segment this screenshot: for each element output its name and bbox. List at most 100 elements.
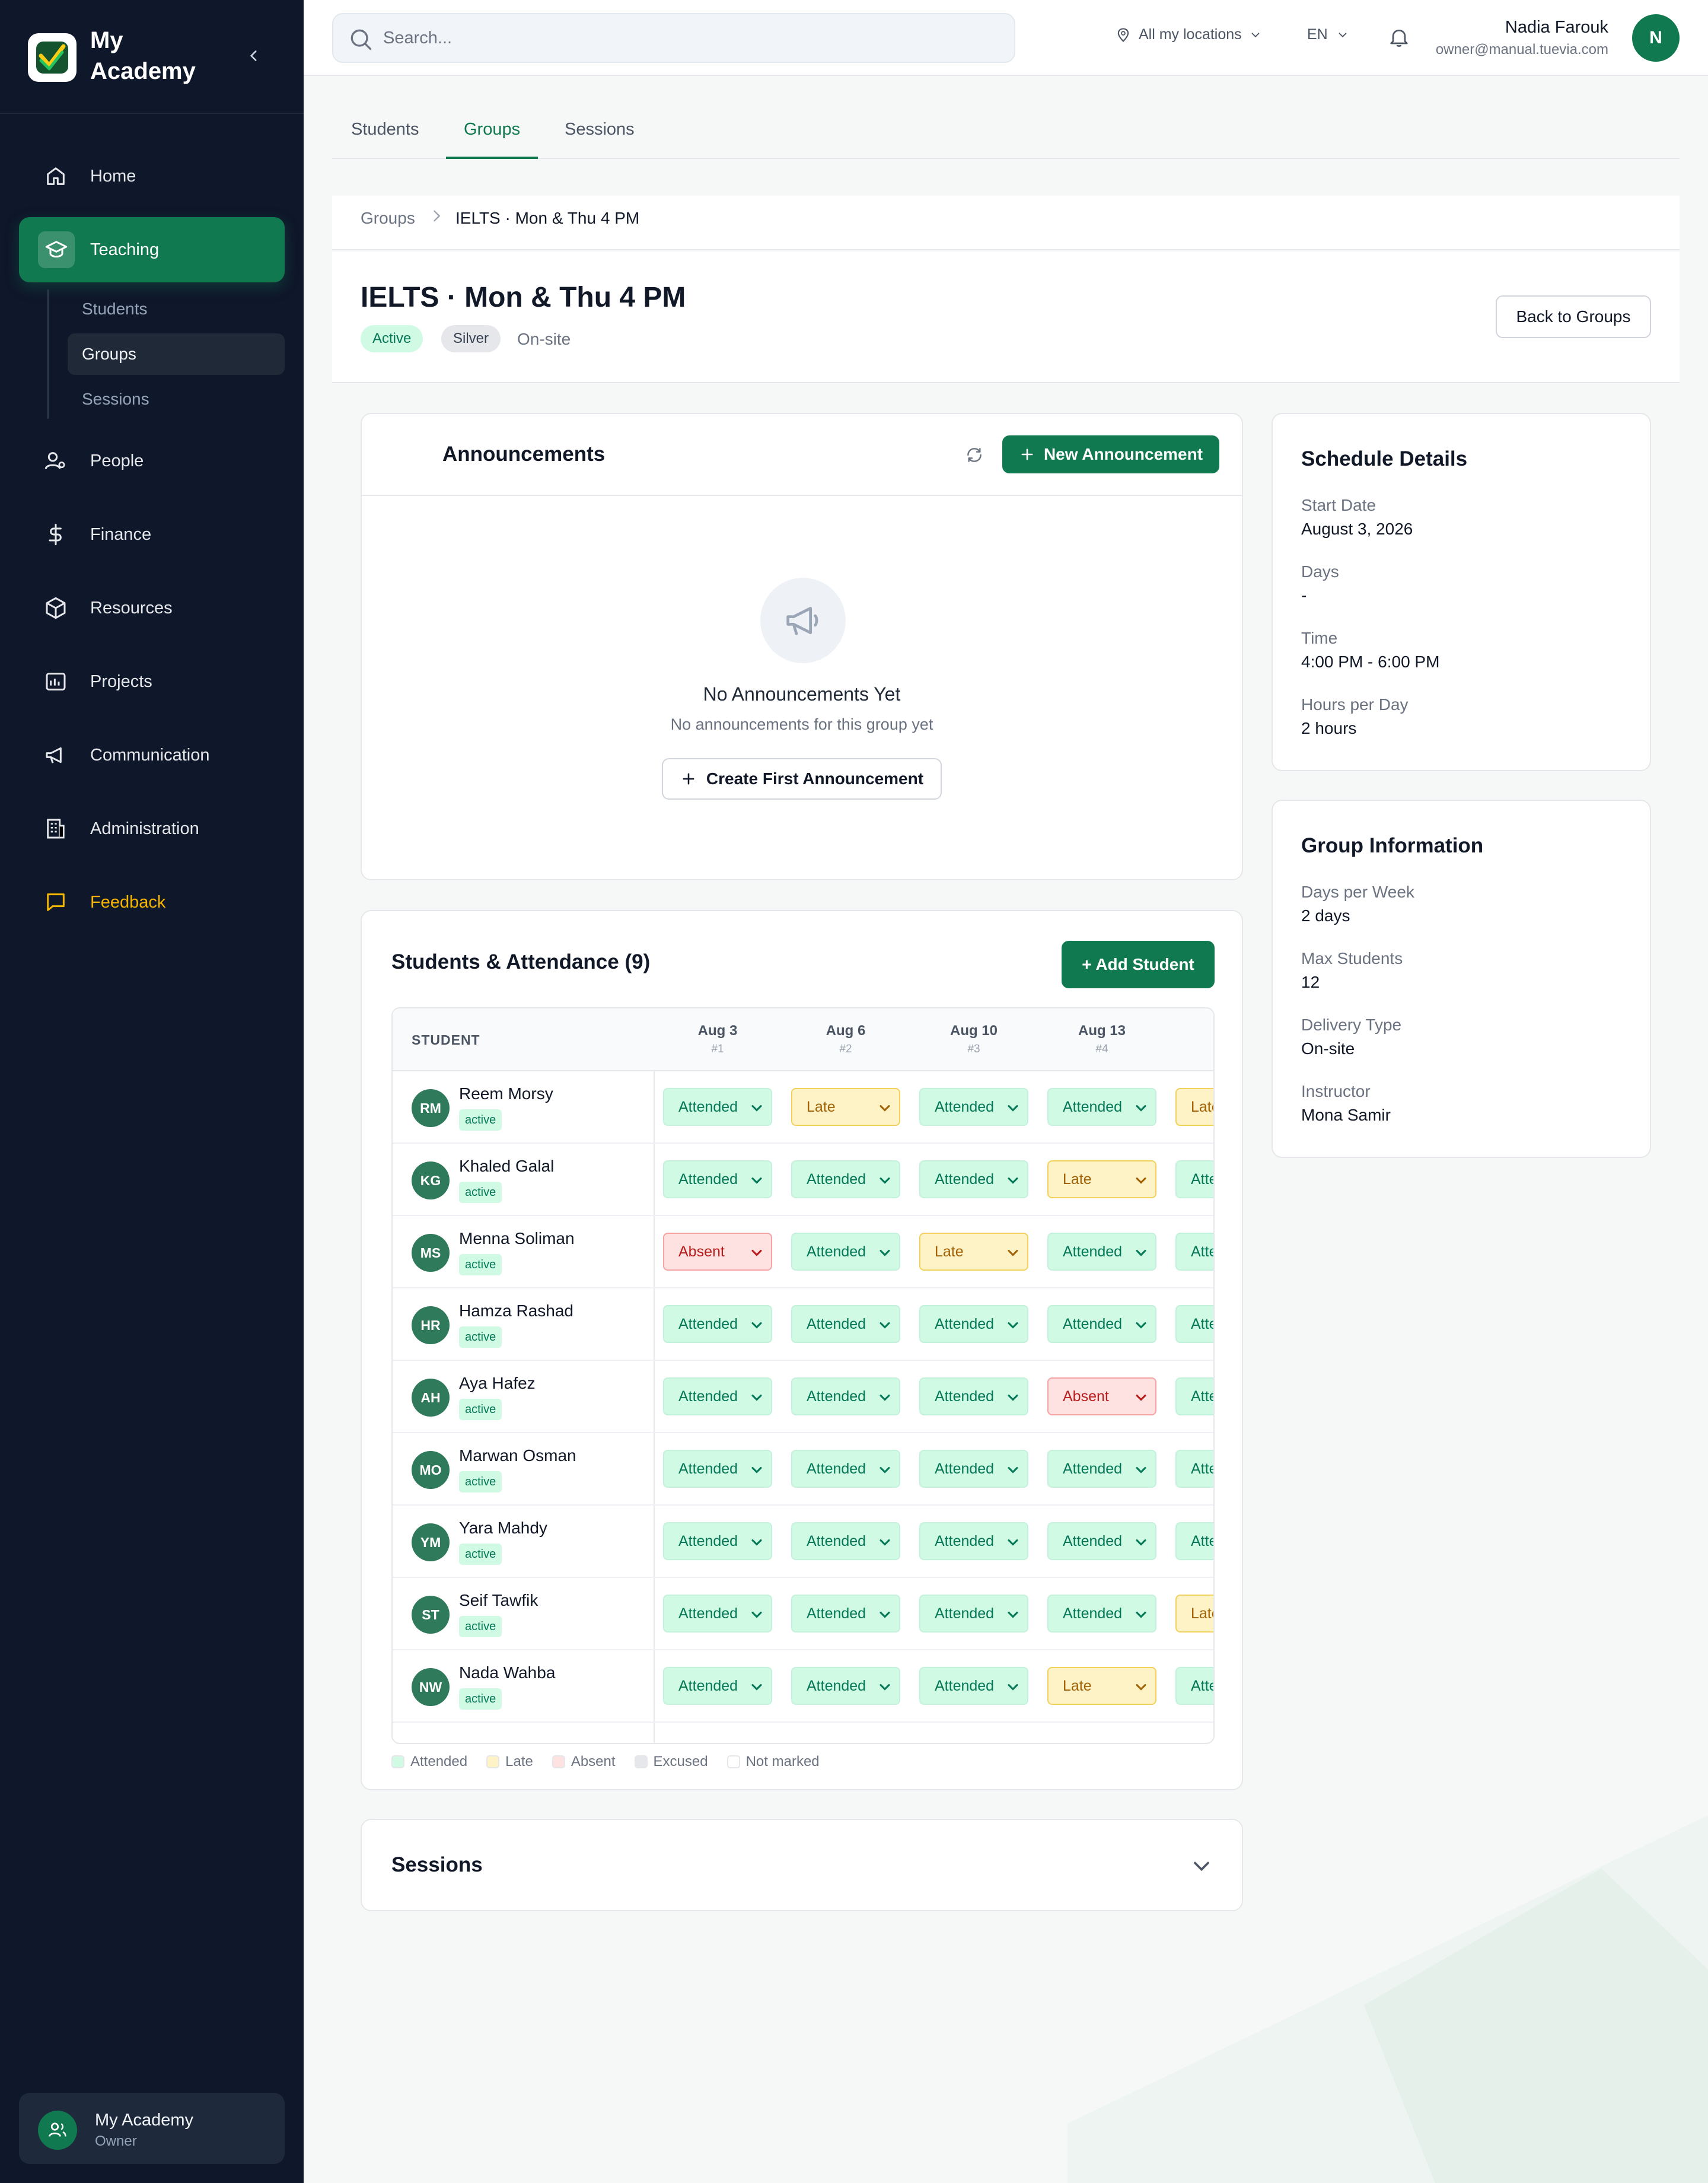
- attendance-select[interactable]: Attended: [1175, 1667, 1213, 1705]
- attendance-select[interactable]: Attended: [663, 1595, 772, 1633]
- user-avatar[interactable]: N: [1632, 14, 1680, 62]
- attendance-select[interactable]: Late: [1175, 1595, 1213, 1633]
- attendance-select[interactable]: Attended: [791, 1377, 900, 1415]
- sidebar-item-people[interactable]: People: [19, 428, 285, 494]
- sidebar-item-finance[interactable]: Finance: [19, 502, 285, 567]
- new-announcement-button[interactable]: New Announcement: [1002, 435, 1219, 473]
- sidebar-item-projects[interactable]: Projects: [19, 649, 285, 714]
- collapse-sidebar-button[interactable]: [242, 43, 266, 69]
- attendance-select[interactable]: Attended: [791, 1160, 900, 1198]
- create-first-announcement-button[interactable]: Create First Announcement: [662, 758, 942, 800]
- attendance-select[interactable]: Attended: [791, 1305, 900, 1343]
- student-name[interactable]: Yara Mahdy: [459, 1519, 547, 1538]
- location-selector[interactable]: All my locations: [1115, 26, 1262, 43]
- attendance-select[interactable]: Attended: [919, 1088, 1028, 1126]
- attendance-select[interactable]: Attended: [663, 1305, 772, 1343]
- attendance-select[interactable]: Attended: [919, 1450, 1028, 1488]
- back-to-groups-button[interactable]: Back to Groups: [1496, 295, 1651, 338]
- attendance-select[interactable]: Attended: [919, 1522, 1028, 1560]
- attendance-select[interactable]: Attended: [919, 1160, 1028, 1198]
- attendance-select[interactable]: Attended: [919, 1305, 1028, 1343]
- attendance-select[interactable]: Absent: [1047, 1377, 1156, 1415]
- attendance-select[interactable]: Attended: [1047, 1595, 1156, 1633]
- attendance-select[interactable]: Attended: [1047, 1088, 1156, 1126]
- attendance-value: Late: [935, 1243, 964, 1260]
- attendance-select[interactable]: Attended: [919, 1667, 1028, 1705]
- attendance-value: Late: [1063, 1677, 1092, 1694]
- attendance-select[interactable]: Attended: [919, 1595, 1028, 1633]
- search-input[interactable]: [383, 14, 1000, 62]
- attendance-select[interactable]: Attended: [663, 1667, 772, 1705]
- subnav-item-sessions[interactable]: Sessions: [68, 378, 285, 420]
- add-student-button[interactable]: + Add Student: [1062, 941, 1215, 988]
- attendance-select[interactable]: Attended: [791, 1595, 900, 1633]
- attendance-select[interactable]: Attended: [1175, 1450, 1213, 1488]
- language-selector[interactable]: EN: [1307, 26, 1349, 43]
- attendance-select[interactable]: Attended: [1175, 1160, 1213, 1198]
- attendance-select[interactable]: Attended: [791, 1233, 900, 1271]
- attendance-select[interactable]: Attended: [1175, 1233, 1213, 1271]
- attendance-select[interactable]: Attended: [919, 1377, 1028, 1415]
- attendance-value: Attended: [678, 1532, 738, 1549]
- student-name[interactable]: Hamza Rashad: [459, 1301, 573, 1320]
- sidebar-item-teaching[interactable]: Teaching: [19, 217, 285, 282]
- sidebar-item-label: Projects: [90, 672, 152, 691]
- sessions-card[interactable]: Sessions: [361, 1819, 1243, 1911]
- chevron-down-icon[interactable]: [1188, 1853, 1215, 1879]
- sidebar-item-home[interactable]: Home: [19, 144, 285, 209]
- student-name[interactable]: Reem Morsy: [459, 1084, 553, 1103]
- tab-students[interactable]: Students: [351, 113, 419, 159]
- attendance-select[interactable]: Attended: [663, 1450, 772, 1488]
- student-name[interactable]: Nada Wahba: [459, 1663, 555, 1682]
- attendance-select[interactable]: Attended: [663, 1088, 772, 1126]
- tier-badge: Silver: [441, 325, 501, 352]
- chevron-down-icon: [748, 1245, 765, 1261]
- attendance-select[interactable]: Attended: [1047, 1305, 1156, 1343]
- legend-label: Late: [505, 1754, 533, 1770]
- attendance-select[interactable]: Late: [919, 1233, 1028, 1271]
- sidebar-item-feedback[interactable]: Feedback: [19, 870, 285, 935]
- sidebar-item-communication[interactable]: Communication: [19, 723, 285, 788]
- attendance-value: Absent: [678, 1243, 725, 1260]
- chevron-down-icon: [1005, 1317, 1021, 1334]
- account-switcher[interactable]: My Academy Owner: [19, 2093, 285, 2164]
- attendance-select[interactable]: Attended: [663, 1160, 772, 1198]
- attendance-select[interactable]: Attended: [1047, 1522, 1156, 1560]
- session-date: Aug 10: [949, 1023, 998, 1039]
- attendance-select[interactable]: Late: [1175, 1088, 1213, 1126]
- tab-groups[interactable]: Groups: [446, 113, 538, 159]
- status-badge: active: [459, 1109, 502, 1131]
- notifications-button[interactable]: [1384, 23, 1414, 52]
- breadcrumb-groups-link[interactable]: Groups: [361, 209, 415, 228]
- academy-logo-icon[interactable]: [28, 33, 77, 82]
- status-badge: active: [459, 1616, 502, 1637]
- attendance-select[interactable]: Attended: [791, 1667, 900, 1705]
- student-name[interactable]: Seif Tawfik: [459, 1591, 538, 1610]
- subnav-item-groups[interactable]: Groups: [68, 333, 285, 375]
- attendance-select[interactable]: Attended: [1175, 1522, 1213, 1560]
- subnav-item-students[interactable]: Students: [68, 288, 285, 330]
- legend-item: Not marked: [726, 1754, 820, 1770]
- attendance-select[interactable]: Attended: [1047, 1233, 1156, 1271]
- attendance-select[interactable]: Absent: [663, 1233, 772, 1271]
- sidebar-item-administration[interactable]: Administration: [19, 796, 285, 861]
- attendance-select[interactable]: Attended: [663, 1522, 772, 1560]
- student-name[interactable]: Aya Hafez: [459, 1374, 536, 1393]
- tab-sessions[interactable]: Sessions: [565, 113, 635, 159]
- attendance-select[interactable]: Attended: [663, 1377, 772, 1415]
- student-name[interactable]: Marwan Osman: [459, 1446, 576, 1465]
- sidebar-item-resources[interactable]: Resources: [19, 575, 285, 641]
- student-name[interactable]: Khaled Galal: [459, 1157, 554, 1176]
- attendance-select[interactable]: Attended: [1047, 1450, 1156, 1488]
- attendance-select[interactable]: Attended: [1175, 1305, 1213, 1343]
- attendance-select[interactable]: Late: [1047, 1160, 1156, 1198]
- start-date-value: August 3, 2026: [1301, 520, 1413, 538]
- refresh-button[interactable]: [960, 440, 989, 470]
- attendance-select[interactable]: Attended: [791, 1522, 900, 1560]
- student-name[interactable]: Menna Soliman: [459, 1229, 575, 1248]
- sidebar-item-label: Resources: [90, 598, 173, 618]
- attendance-select[interactable]: Attended: [1175, 1377, 1213, 1415]
- attendance-select[interactable]: Late: [1047, 1667, 1156, 1705]
- attendance-select[interactable]: Attended: [791, 1450, 900, 1488]
- attendance-select[interactable]: Late: [791, 1088, 900, 1126]
